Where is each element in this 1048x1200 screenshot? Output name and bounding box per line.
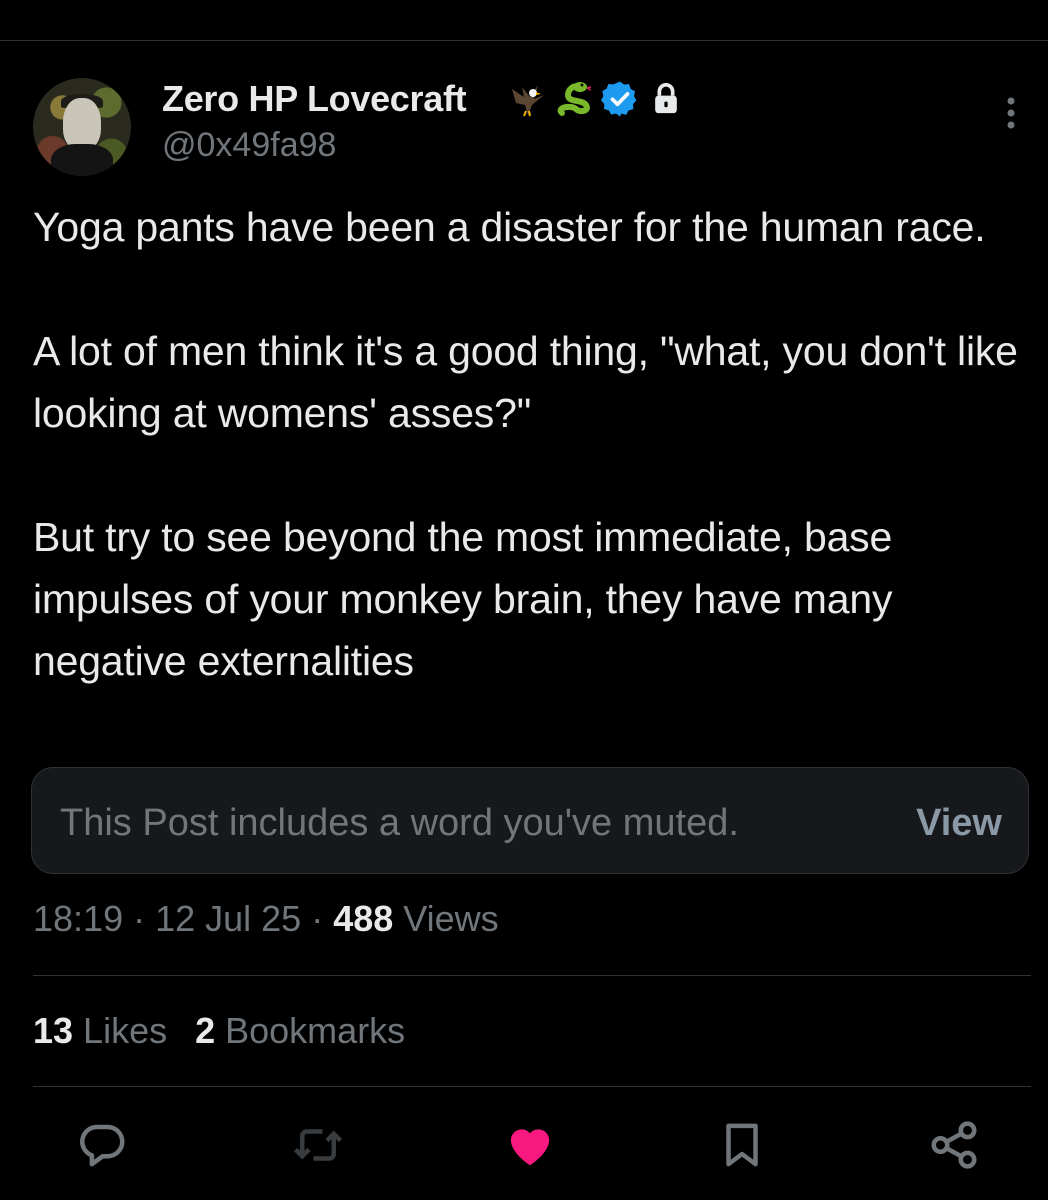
engagement-stats: 13 Likes 2 Bookmarks xyxy=(33,1010,405,1052)
likes-stat[interactable]: 13 Likes xyxy=(33,1010,167,1051)
bookmarks-count: 2 xyxy=(195,1010,216,1051)
muted-notice-text: This Post includes a word you've muted. xyxy=(60,802,739,844)
repost-icon[interactable] xyxy=(291,1118,345,1172)
meta-separator: · xyxy=(123,898,156,939)
avatar[interactable] xyxy=(33,78,131,176)
top-divider xyxy=(0,40,1048,41)
verified-badge-icon[interactable] xyxy=(600,79,640,119)
avatar-suit xyxy=(51,144,113,176)
view-button[interactable]: View xyxy=(916,802,1002,845)
snake-emoji-icon xyxy=(554,79,594,119)
lock-icon xyxy=(646,79,686,119)
handle[interactable]: @0x49fa98 xyxy=(162,126,336,165)
muted-notice: This Post includes a word you've muted. … xyxy=(31,767,1029,874)
reply-icon[interactable] xyxy=(75,1118,129,1172)
tweet-paragraph: A lot of men think it's a good thing, "w… xyxy=(33,328,1018,436)
eagle-emoji-icon xyxy=(508,79,548,119)
bookmarks-stat[interactable]: 2 Bookmarks xyxy=(195,1010,405,1051)
like-icon[interactable] xyxy=(503,1118,557,1172)
views-label: Views xyxy=(393,898,499,939)
views-count: 488 xyxy=(333,898,394,939)
likes-label: Likes xyxy=(73,1010,168,1051)
likes-count: 13 xyxy=(33,1010,74,1051)
badges xyxy=(508,78,686,120)
divider xyxy=(33,975,1031,976)
post-date[interactable]: 12 Jul 25 xyxy=(155,898,301,939)
post-meta: 18:19 · 12 Jul 25 · 488 Views xyxy=(33,898,499,940)
bookmarks-label: Bookmarks xyxy=(215,1010,406,1051)
meta-separator: · xyxy=(301,898,334,939)
more-options-icon[interactable] xyxy=(996,95,1026,135)
avatar-face xyxy=(63,98,101,150)
bookmark-icon[interactable] xyxy=(715,1118,769,1172)
post-time[interactable]: 18:19 xyxy=(33,898,123,939)
tweet-text: Yoga pants have been a disaster for the … xyxy=(33,196,1023,692)
divider xyxy=(33,1086,1031,1087)
tweet-paragraph: Yoga pants have been a disaster for the … xyxy=(33,204,986,250)
display-name[interactable]: Zero HP Lovecraft xyxy=(162,78,467,120)
tweet-paragraph: But try to see beyond the most immediate… xyxy=(33,514,893,684)
share-icon[interactable] xyxy=(927,1118,981,1172)
